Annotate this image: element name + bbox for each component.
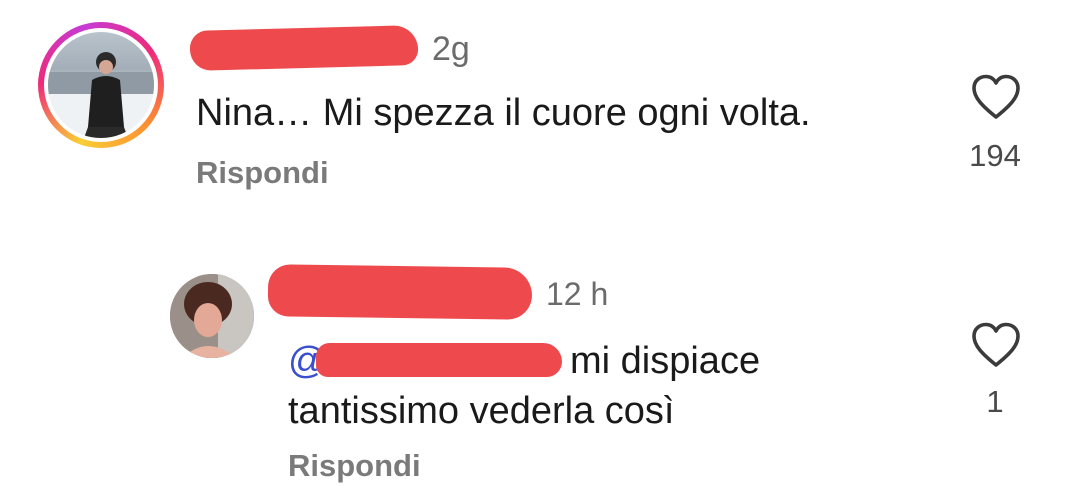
comment-reply: 12 h @ mi dispiace tantissimo vederla cos… — [0, 240, 1080, 504]
username-redacted[interactable] — [267, 264, 533, 320]
avatar[interactable] — [48, 32, 154, 138]
reply-button[interactable]: Rispondi — [196, 155, 329, 191]
comment-text-line1: mi dispiace — [570, 340, 761, 382]
comment-text: Nina… Mi spezza il cuore ogni volta. — [196, 92, 811, 134]
avatar[interactable] — [170, 274, 254, 358]
like-count: 194 — [969, 138, 1021, 173]
like-count: 1 — [986, 384, 1004, 419]
comment-timestamp: 2g — [432, 30, 470, 68]
comment-text-line2: tantissimo vederla così — [288, 390, 675, 432]
mention-redacted[interactable] — [316, 343, 562, 377]
reply-button[interactable]: Rispondi — [288, 448, 421, 484]
comment-text: @ mi dispiace tantissimo vederla così — [288, 336, 908, 436]
comment: 2g Nina… Mi spezza il cuore ogni volta. … — [0, 0, 1080, 220]
heart-outline-icon[interactable] — [971, 322, 1021, 368]
avatar-story-ring[interactable] — [38, 22, 164, 148]
comment-timestamp: 12 h — [546, 276, 609, 312]
heart-outline-icon[interactable] — [971, 74, 1021, 120]
username-redacted[interactable] — [189, 25, 419, 71]
comments-thread: 2g Nina… Mi spezza il cuore ogni volta. … — [0, 0, 1080, 504]
